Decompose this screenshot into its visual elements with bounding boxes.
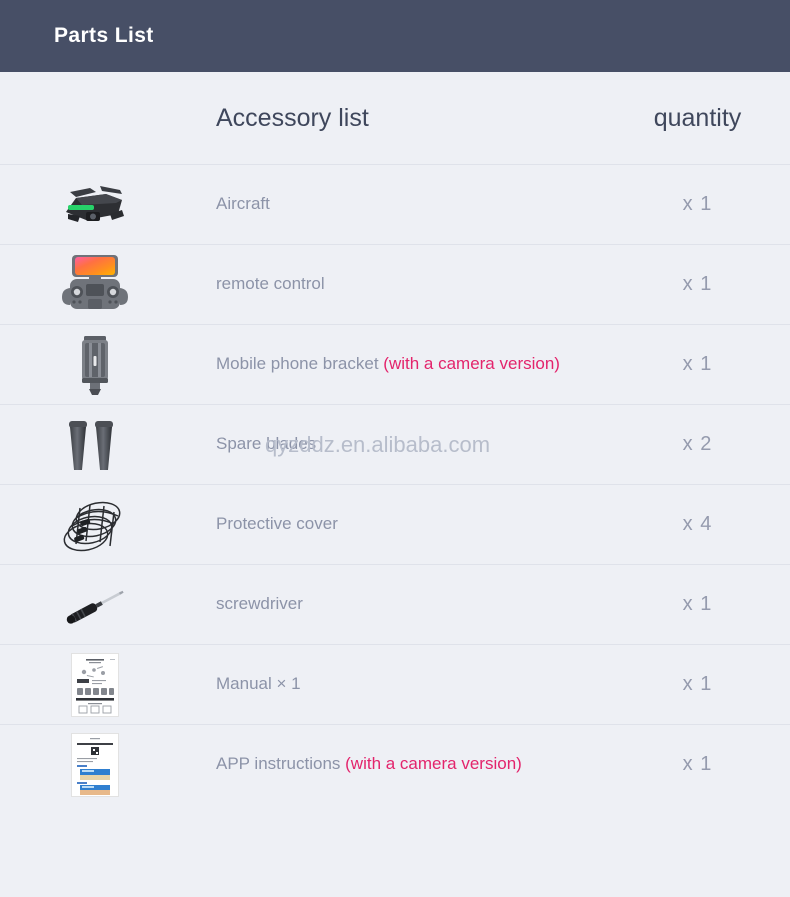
item-name: Aircraft [216,194,270,214]
header-quantity-label: quantity [653,103,742,132]
item-name: Manual × 1 [216,674,301,694]
propeller-guard-icon [63,501,121,551]
item-name-accent: (with a camera version) [345,754,522,774]
table-row: remote control x 1 [0,244,790,324]
row-quantity-cell: x 1 [605,753,790,776]
row-name-cell: APP instructions (with a camera version) [190,754,605,774]
row-name-cell: Aircraft [190,194,605,214]
table-row: screwdriver x 1 [0,564,790,644]
table-header-row: Accessory list quantity [0,72,790,164]
table-row: Manual × 1 x 1 [0,644,790,724]
row-name-cell: Spare blades [190,434,605,454]
row-quantity-cell: x 1 [605,673,790,696]
row-name-cell: Mobile phone bracket (with a camera vers… [190,354,605,374]
row-thumbnail-cell [0,165,190,244]
titlebar: Parts List [0,0,790,72]
item-name: APP instructions (with a camera version) [216,754,522,774]
drone-folded-icon [66,185,124,222]
row-quantity-cell: x 1 [605,273,790,296]
table-row: Protective cover x 4 [0,484,790,564]
table-row: APP instructions (with a camera version)… [0,724,790,804]
row-quantity-cell: x 4 [605,513,790,536]
row-thumbnail-cell [0,725,190,804]
item-quantity: x 1 [682,193,713,215]
table-row: Aircraft x 1 [0,164,790,244]
item-name: remote control [216,274,325,294]
row-name-cell: remote control [190,274,605,294]
item-name: Protective cover [216,514,338,534]
item-quantity: x 4 [682,513,713,535]
phone-bracket-icon [82,335,108,395]
item-quantity: x 1 [682,753,713,775]
item-quantity: x 2 [682,433,713,455]
row-thumbnail-cell [0,645,190,724]
parts-list-table: Accessory list quantity Aircraft x 1 rem… [0,72,790,804]
row-thumbnail-cell [0,485,190,564]
item-name-accent: (with a camera version) [383,354,560,374]
row-thumbnail-cell [0,245,190,324]
item-quantity: x 1 [682,593,713,615]
table-row: Spare blades x 2 [0,404,790,484]
spare-blades-icon [69,420,113,470]
app-instructions-document-icon [71,732,119,797]
row-quantity-cell: x 1 [605,353,790,376]
item-quantity: x 1 [682,273,713,295]
row-quantity-cell: x 1 [605,593,790,616]
row-name-cell: screwdriver [190,594,605,614]
row-name-cell: Protective cover [190,514,605,534]
page-title: Parts List [54,24,154,47]
row-name-cell: Manual × 1 [190,674,605,694]
item-quantity: x 1 [682,673,713,695]
header-quantity-cell: quantity [605,104,790,133]
item-quantity: x 1 [682,353,713,375]
remote-control-icon [62,254,128,309]
manual-document-icon [71,652,119,717]
item-name: screwdriver [216,594,303,614]
table-row: Mobile phone bracket (with a camera vers… [0,324,790,404]
row-quantity-cell: x 2 [605,433,790,456]
header-thumb-spacer [0,72,190,164]
header-accessory-label: Accessory list [216,103,369,132]
header-accessory-cell: Accessory list [190,104,605,133]
item-name: Mobile phone bracket (with a camera vers… [216,354,560,374]
row-thumbnail-cell [0,325,190,404]
row-thumbnail-cell [0,405,190,484]
item-name: Spare blades [216,434,317,454]
screwdriver-icon [66,590,124,624]
row-quantity-cell: x 1 [605,193,790,216]
row-thumbnail-cell [0,565,190,644]
